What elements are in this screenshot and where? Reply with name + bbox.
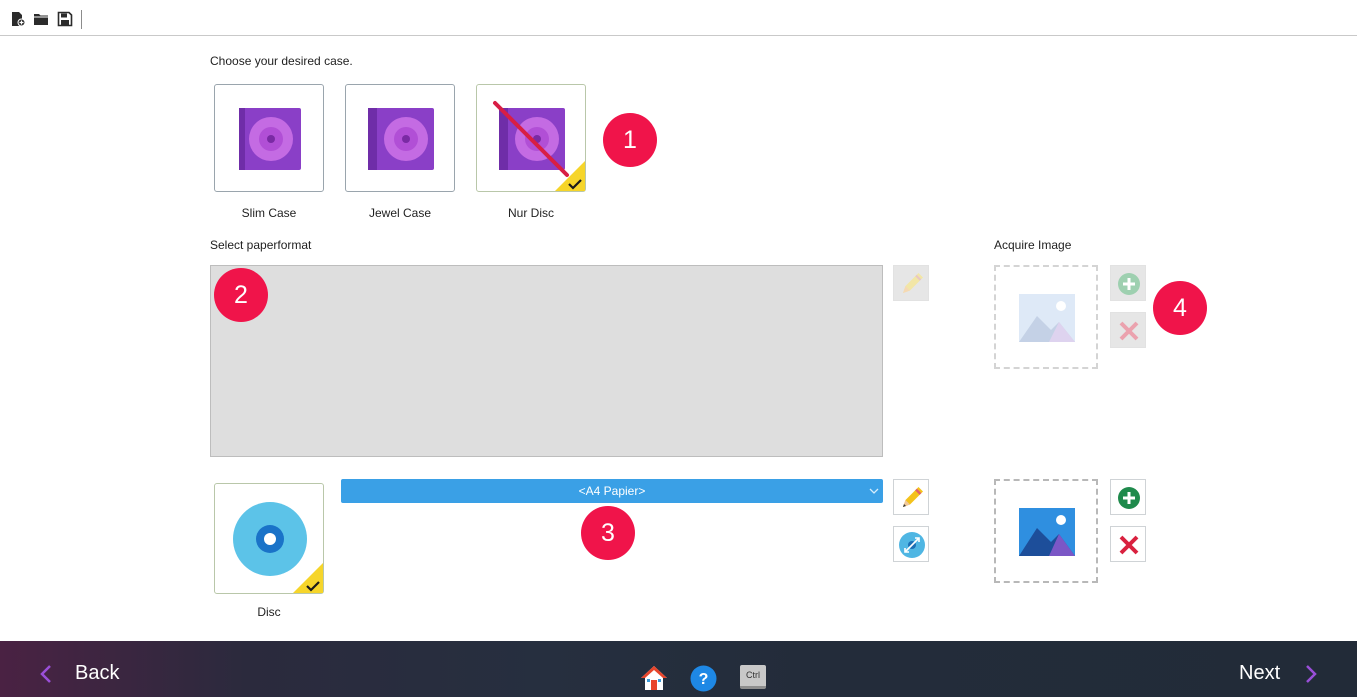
slim-case-icon	[239, 108, 301, 170]
new-project-icon[interactable]	[10, 11, 26, 27]
case-tile-slim[interactable]	[214, 84, 324, 192]
disc-tile[interactable]	[214, 483, 324, 594]
select-paperformat-label: Select paperformat	[210, 238, 312, 252]
step-badge-2: 2	[214, 268, 268, 322]
case-label-slim: Slim Case	[241, 206, 297, 220]
case-tile-disc-only[interactable]	[476, 84, 586, 192]
toolbar-separator	[81, 10, 82, 29]
remove-x-icon	[1119, 535, 1139, 555]
home-icon[interactable]	[640, 665, 668, 691]
save-icon[interactable]	[57, 11, 73, 27]
case-label-jewel: Jewel Case	[368, 206, 432, 220]
checkmark-icon	[568, 179, 582, 190]
step-badge-3: 3	[581, 506, 635, 560]
back-button[interactable]: Back	[75, 662, 119, 685]
chevron-down-icon	[869, 488, 879, 494]
image-placeholder-icon	[1019, 508, 1075, 556]
top-toolbar	[0, 0, 1357, 36]
add-circle-icon	[1118, 273, 1140, 295]
edit-paper-button-disabled[interactable]	[893, 265, 929, 301]
open-folder-icon[interactable]	[33, 11, 49, 27]
image-drop-zone-disc[interactable]	[994, 479, 1098, 583]
chevron-right-icon	[1306, 665, 1317, 683]
remove-image-button[interactable]	[1110, 526, 1146, 562]
image-drop-zone-cover[interactable]	[994, 265, 1098, 369]
disc-settings-button[interactable]	[893, 526, 929, 562]
case-label-disc-only: Nur Disc	[507, 206, 554, 220]
remove-x-icon	[1119, 321, 1139, 341]
case-prompt-label: Choose your desired case.	[210, 54, 353, 68]
step-badge-1: 1	[603, 113, 657, 167]
keyboard-ctrl-icon[interactable]: Ctrl	[740, 665, 766, 689]
bottom-navigation-bar: Back ? Ctrl Next	[0, 641, 1357, 697]
pencil-icon	[903, 487, 923, 507]
disc-resize-icon	[899, 532, 925, 558]
image-placeholder-icon	[1019, 294, 1075, 342]
chevron-left-icon	[40, 665, 51, 683]
edit-paper-button[interactable]	[893, 479, 929, 515]
disc-label: Disc	[257, 605, 281, 619]
paper-preview-area	[210, 265, 883, 457]
add-circle-icon	[1118, 487, 1140, 509]
paper-format-select[interactable]: <A4 Papier>	[341, 479, 883, 503]
pencil-icon	[903, 273, 923, 293]
next-button[interactable]: Next	[1239, 662, 1280, 685]
jewel-case-icon	[368, 108, 434, 170]
add-image-button-disabled[interactable]	[1110, 265, 1146, 301]
svg-text:?: ?	[699, 671, 709, 688]
add-image-button[interactable]	[1110, 479, 1146, 515]
help-icon[interactable]: ?	[690, 665, 717, 692]
step-badge-4: 4	[1153, 281, 1207, 335]
remove-image-button-disabled[interactable]	[1110, 312, 1146, 348]
paper-format-value: <A4 Papier>	[578, 484, 646, 498]
checkmark-icon	[306, 581, 320, 592]
case-tile-jewel[interactable]	[345, 84, 455, 192]
acquire-image-label: Acquire Image	[994, 238, 1072, 252]
